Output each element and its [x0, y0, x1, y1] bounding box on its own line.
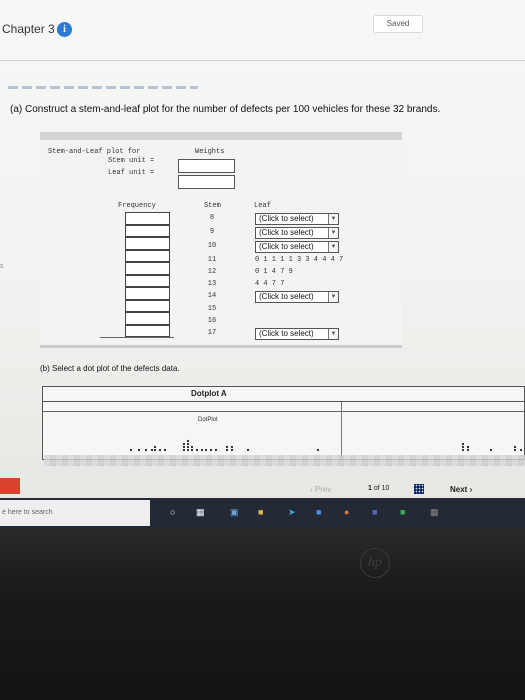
stem-11: 11	[207, 256, 217, 264]
next-button[interactable]: Next ›	[450, 485, 472, 494]
leaf-11: 0 1 1 1 1 3 3 4 4 4 7	[255, 256, 344, 264]
hp-logo-icon: hp	[360, 548, 390, 578]
leaf-select-8[interactable]: (Click to select) ▼	[255, 213, 339, 225]
stem-12: 12	[207, 268, 217, 276]
dotplot-a-graphic	[129, 439, 523, 452]
leaf-select-label: (Click to select)	[259, 292, 314, 301]
leaf-unit-label: Leaf unit =	[108, 169, 155, 177]
frequency-input[interactable]	[125, 224, 170, 237]
next-label: Next	[450, 485, 468, 494]
stem-16: 16	[207, 317, 217, 325]
stem-header: Stem	[204, 202, 221, 210]
stem-14: 14	[207, 292, 217, 300]
frequency-input[interactable]	[125, 262, 170, 275]
stem-leaf-title: Stem-and-Leaf plot for	[48, 148, 141, 156]
app-logo-icon[interactable]	[0, 478, 20, 494]
browser-screen: Chapter 3 i Saved (a) Construct a stem-a…	[0, 0, 525, 498]
chapter-title: Chapter 3	[2, 22, 55, 36]
leaf-select-label: (Click to select)	[259, 329, 314, 338]
frequency-column	[125, 212, 170, 337]
store-icon[interactable]: ➤	[288, 507, 296, 518]
monitor-bezel	[0, 528, 525, 700]
file-explorer-icon[interactable]: ■	[258, 507, 263, 517]
weights-label: Weights	[195, 148, 225, 156]
calculator-icon[interactable]: ▦	[430, 507, 439, 518]
prev-label: Prev	[314, 485, 332, 494]
stem-10: 10	[207, 242, 217, 250]
stem-unit-input[interactable]	[178, 159, 235, 173]
stem-unit-label: Stem unit =	[108, 157, 155, 165]
frequency-input[interactable]	[125, 274, 170, 287]
leaf-13: 4 4 7 7	[255, 280, 285, 288]
frequency-input[interactable]	[125, 212, 170, 225]
chevron-down-icon[interactable]: ▼	[328, 242, 338, 252]
frequency-input[interactable]	[125, 287, 170, 300]
stem-13: 13	[207, 280, 217, 288]
leaf-header: Leaf	[254, 202, 271, 210]
info-icon[interactable]: i	[57, 22, 72, 37]
faded-question-stem	[8, 86, 198, 89]
dotplot-scrollbar[interactable]	[44, 455, 525, 466]
leaf-select-14[interactable]: (Click to select) ▼	[255, 291, 339, 303]
grid-view-icon[interactable]	[414, 484, 424, 494]
leaf-select-10[interactable]: (Click to select) ▼	[255, 241, 339, 253]
chevron-down-icon[interactable]: ▼	[328, 292, 338, 302]
part-b-prompt: (b) Select a dot plot of the defects dat…	[40, 364, 180, 373]
frequency-total-line	[100, 337, 174, 338]
excel-icon[interactable]: ■	[400, 507, 405, 517]
taskbar-search-input[interactable]: e here to search	[0, 500, 150, 526]
prev-button[interactable]: ‹ Prev	[310, 485, 331, 494]
leaf-unit-input[interactable]	[178, 175, 235, 189]
header-divider	[0, 60, 525, 61]
firefox-icon[interactable]: ●	[344, 507, 349, 517]
leaf-select-9[interactable]: (Click to select) ▼	[255, 227, 339, 239]
frequency-input[interactable]	[125, 249, 170, 262]
stem-8: 8	[209, 214, 215, 222]
side-marker: s	[0, 263, 4, 270]
leaf-select-label: (Click to select)	[259, 214, 314, 223]
frequency-input[interactable]	[125, 299, 170, 312]
frequency-input[interactable]	[125, 312, 170, 325]
stem-9: 9	[209, 228, 215, 236]
leaf-12: 0 1 4 7 9	[255, 268, 293, 276]
mail-icon[interactable]: ■	[316, 507, 321, 517]
stem-leaf-panel: Stem-and-Leaf plot for Stem unit = Leaf …	[40, 132, 402, 348]
page-indicator[interactable]: 1 of 10	[368, 485, 389, 492]
leaf-select-label: (Click to select)	[259, 242, 314, 251]
page-total: 10	[381, 485, 390, 492]
page-of: of	[373, 485, 380, 492]
frequency-header: Frequency	[118, 202, 156, 210]
edge-icon[interactable]: ▣	[230, 507, 239, 518]
page-current: 1	[368, 485, 372, 492]
dotplot-a-panel[interactable]: Dotplot A DotPlot	[42, 386, 525, 460]
leaf-select-label: (Click to select)	[259, 228, 314, 237]
chevron-down-icon[interactable]: ▼	[328, 228, 338, 238]
word-icon[interactable]: ■	[372, 507, 377, 517]
frequency-input[interactable]	[125, 324, 170, 337]
part-a-prompt: (a) Construct a stem-and-leaf plot for t…	[10, 104, 441, 115]
frequency-input[interactable]	[125, 237, 170, 250]
cortana-icon[interactable]: ○	[170, 507, 175, 517]
saved-status-badge: Saved	[373, 15, 423, 33]
task-view-icon[interactable]: ▦	[196, 507, 205, 518]
stem-15: 15	[207, 305, 217, 313]
stem-17: 17	[207, 329, 217, 337]
leaf-select-17[interactable]: (Click to select) ▼	[255, 328, 339, 340]
chevron-down-icon[interactable]: ▼	[328, 329, 338, 339]
chevron-down-icon[interactable]: ▼	[328, 214, 338, 224]
